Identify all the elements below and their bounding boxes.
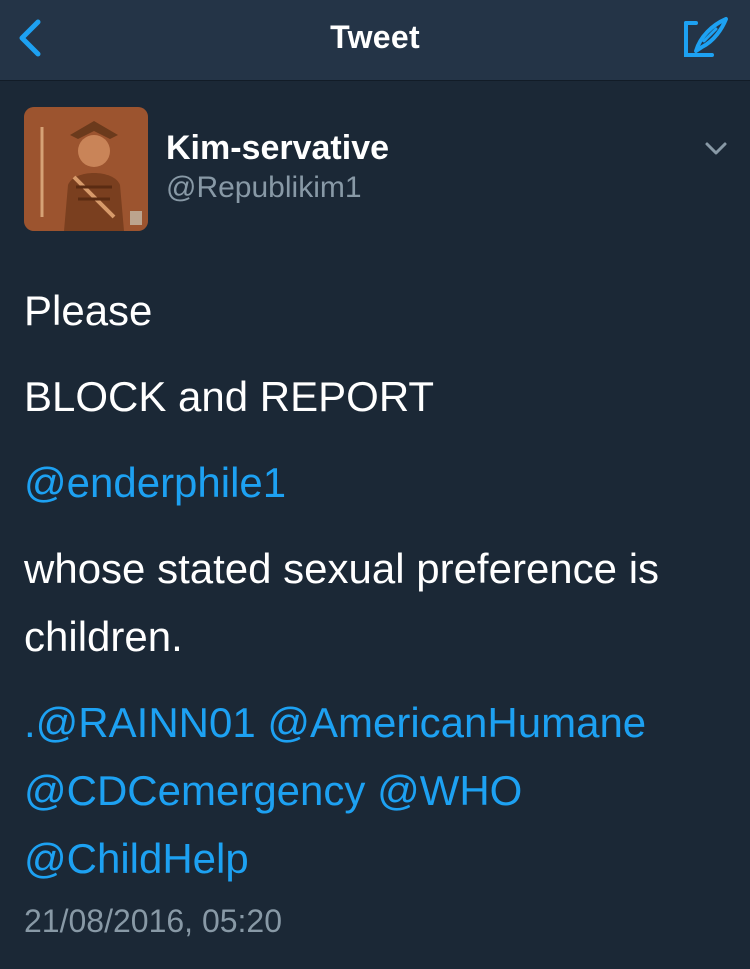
tweet-line: Please (24, 287, 153, 334)
top-navigation-bar: Tweet (0, 0, 750, 81)
chevron-down-icon (705, 142, 727, 155)
tweet-timestamp: 21/08/2016, 05:20 (24, 903, 283, 939)
tweet-line: whose stated sexual preference is childre… (24, 535, 724, 671)
mention-link[interactable]: @ChildHelp (24, 835, 249, 882)
mention-prefix: . (24, 699, 36, 746)
author-name[interactable]: Kim-servative (166, 129, 389, 168)
mention-link[interactable]: @WHO (377, 767, 522, 814)
mention-link[interactable]: @AmericanHumane (267, 699, 646, 746)
tweet-line: BLOCK and REPORT (24, 373, 435, 420)
tweet-mentions: .@RAINN01 @AmericanHumane @CDCemergency @… (24, 689, 724, 893)
mention-link[interactable]: @RAINN01 (36, 699, 256, 746)
tweet-line-text: whose stated sexual preference is (24, 545, 660, 592)
tweet-options-button[interactable] (702, 139, 730, 159)
tweet-text: Please BLOCK and REPORT @enderphile1 who… (24, 277, 724, 911)
compose-tweet-icon (684, 17, 728, 57)
mention-link[interactable]: @enderphile1 (24, 459, 286, 506)
tweet-line-text: children. (24, 613, 183, 660)
mention-link[interactable]: @CDCemergency (24, 767, 365, 814)
compose-tweet-button[interactable] (682, 15, 730, 63)
avatar[interactable] (24, 107, 148, 231)
nav-title: Tweet (330, 19, 420, 55)
author-handle[interactable]: @Republikim1 (166, 171, 362, 205)
avatar-image (24, 107, 148, 231)
